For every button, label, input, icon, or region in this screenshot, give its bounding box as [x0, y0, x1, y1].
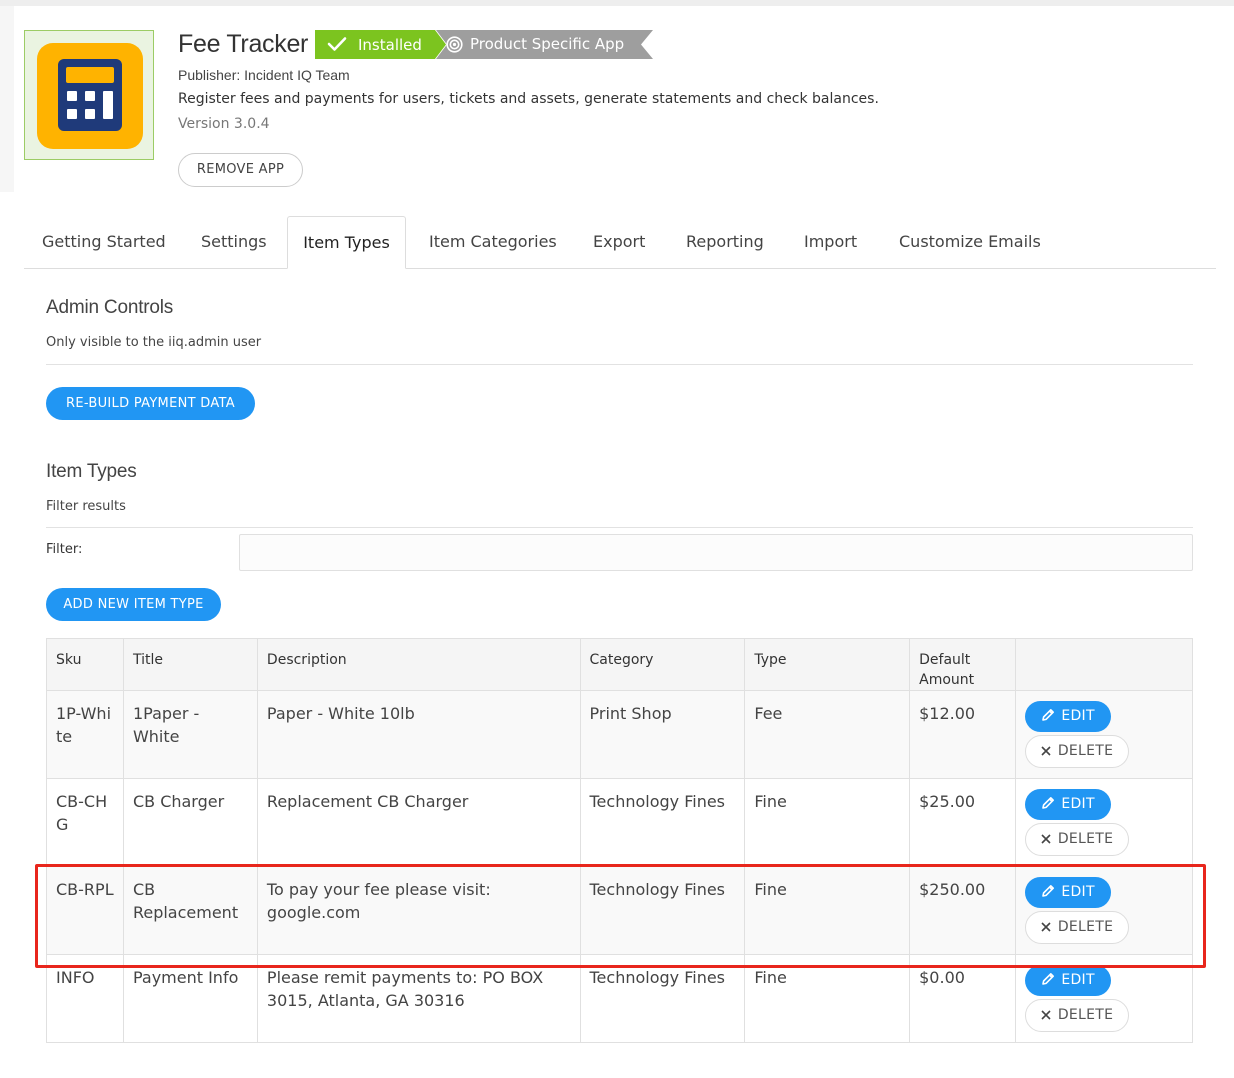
tab-getting-started[interactable]: Getting Started	[42, 216, 166, 268]
top-border	[0, 0, 1234, 6]
product-specific-badge: Product Specific App	[436, 30, 653, 59]
cell-category: Technology Fines	[579, 866, 746, 955]
product-specific-label: Product Specific App	[470, 35, 625, 53]
delete-button[interactable]: DELETE	[1025, 999, 1130, 1032]
cell-title: CB Charger	[122, 778, 258, 867]
item-types-heading: Item Types	[46, 461, 137, 482]
delete-label: DELETE	[1057, 1007, 1114, 1023]
filter-input[interactable]	[239, 534, 1193, 571]
cell-sku: INFO	[46, 954, 124, 1043]
close-icon	[1041, 922, 1051, 932]
cell-description: Paper - White 10lb	[256, 690, 581, 779]
cell-default-amount: $0.00	[909, 954, 1017, 1043]
filter-results-label: Filter results	[46, 499, 126, 514]
tab-reporting[interactable]: Reporting	[686, 216, 764, 268]
edit-label: EDIT	[1061, 884, 1095, 900]
table-row: INFO Payment Info Please remit payments …	[46, 954, 1193, 1043]
checkmark-icon	[327, 37, 347, 51]
column-header-title[interactable]: Title	[122, 638, 258, 691]
cell-default-amount: $12.00	[909, 690, 1017, 779]
installed-badge: Installed	[315, 30, 446, 59]
remove-app-button[interactable]: REMOVE APP	[178, 153, 303, 187]
cell-default-amount: $25.00	[909, 778, 1017, 867]
item-types-table: Sku Title Description Category Type Defa…	[46, 638, 1193, 1043]
close-icon	[1041, 834, 1051, 844]
table-row: CB-CHG CB Charger Replacement CB Charger…	[46, 778, 1193, 867]
column-header-category[interactable]: Category	[579, 638, 746, 691]
tab-import[interactable]: Import	[804, 216, 857, 268]
tab-bar: Getting Started Settings Item Types Item…	[24, 216, 1216, 269]
cell-sku: CB-RPL	[46, 866, 124, 955]
filter-label: Filter:	[46, 542, 83, 557]
app-title: Fee Tracker	[178, 30, 309, 58]
tab-customize-emails[interactable]: Customize Emails	[899, 216, 1041, 268]
delete-button[interactable]: DELETE	[1025, 823, 1130, 856]
rebuild-payment-data-button[interactable]: RE-BUILD PAYMENT DATA	[46, 387, 255, 420]
app-version: Version 3.0.4	[178, 116, 270, 132]
edit-label: EDIT	[1061, 796, 1095, 812]
pencil-icon	[1042, 885, 1055, 897]
edit-button[interactable]: EDIT	[1025, 701, 1112, 732]
admin-controls-heading: Admin Controls	[46, 297, 174, 318]
tab-export[interactable]: Export	[593, 216, 645, 268]
pencil-icon	[1042, 797, 1055, 809]
delete-label: DELETE	[1057, 743, 1114, 759]
cell-actions: EDIT DELETE	[1015, 866, 1193, 955]
cell-type: Fine	[744, 866, 911, 955]
column-header-type[interactable]: Type	[744, 638, 911, 691]
tab-item-types[interactable]: Item Types	[287, 216, 406, 269]
admin-controls-subtext: Only visible to the iiq.admin user	[46, 335, 262, 350]
target-icon	[446, 36, 463, 53]
cell-title: CB Replacement	[122, 866, 258, 955]
cell-title: 1Paper - White	[122, 690, 258, 779]
cell-category: Technology Fines	[579, 954, 746, 1043]
cell-type: Fine	[744, 778, 911, 867]
cell-actions: EDIT DELETE	[1015, 954, 1193, 1043]
installed-label: Installed	[358, 36, 422, 54]
table-row: 1P-White 1Paper - White Paper - White 10…	[46, 690, 1193, 779]
publisher: Publisher: Incident IQ Team	[178, 67, 350, 83]
cell-sku: 1P-White	[46, 690, 124, 779]
edit-label: EDIT	[1061, 972, 1095, 988]
cell-type: Fee	[744, 690, 911, 779]
cell-actions: EDIT DELETE	[1015, 690, 1193, 779]
close-icon	[1041, 1010, 1051, 1020]
edit-button[interactable]: EDIT	[1025, 877, 1112, 908]
pencil-icon	[1042, 709, 1055, 721]
cell-category: Technology Fines	[579, 778, 746, 867]
cell-title: Payment Info	[122, 954, 258, 1043]
cell-description: Replacement CB Charger	[256, 778, 581, 867]
cell-actions: EDIT DELETE	[1015, 778, 1193, 867]
cell-default-amount: $250.00	[909, 866, 1017, 955]
pencil-icon	[1042, 973, 1055, 985]
table-header-row: Sku Title Description Category Type Defa…	[46, 638, 1193, 691]
divider	[46, 527, 1193, 528]
column-header-description[interactable]: Description	[256, 638, 581, 691]
calculator-icon	[37, 43, 143, 149]
app-description: Register fees and payments for users, ti…	[178, 91, 879, 107]
edit-button[interactable]: EDIT	[1025, 789, 1112, 820]
app-icon-frame	[24, 30, 154, 160]
tab-item-categories[interactable]: Item Categories	[429, 216, 557, 268]
column-header-default-amount[interactable]: Default Amount	[909, 638, 1017, 691]
column-header-sku[interactable]: Sku	[46, 638, 124, 691]
cell-description: To pay your fee please visit: google.com	[256, 866, 581, 955]
edit-button[interactable]: EDIT	[1025, 965, 1112, 996]
cell-category: Print Shop	[579, 690, 746, 779]
delete-button[interactable]: DELETE	[1025, 735, 1130, 768]
divider	[46, 364, 1193, 365]
edit-label: EDIT	[1061, 708, 1095, 724]
cell-description: Please remit payments to: PO BOX 3015, A…	[256, 954, 581, 1043]
tab-settings[interactable]: Settings	[201, 216, 267, 268]
delete-label: DELETE	[1057, 919, 1114, 935]
delete-label: DELETE	[1057, 831, 1114, 847]
close-icon	[1041, 746, 1051, 756]
delete-button[interactable]: DELETE	[1025, 911, 1130, 944]
add-new-item-type-button[interactable]: ADD NEW ITEM TYPE	[46, 588, 221, 621]
column-header-actions	[1015, 638, 1193, 691]
table-row: CB-RPL CB Replacement To pay your fee pl…	[46, 866, 1193, 955]
cell-type: Fine	[744, 954, 911, 1043]
left-shade	[0, 6, 14, 192]
cell-sku: CB-CHG	[46, 778, 124, 867]
